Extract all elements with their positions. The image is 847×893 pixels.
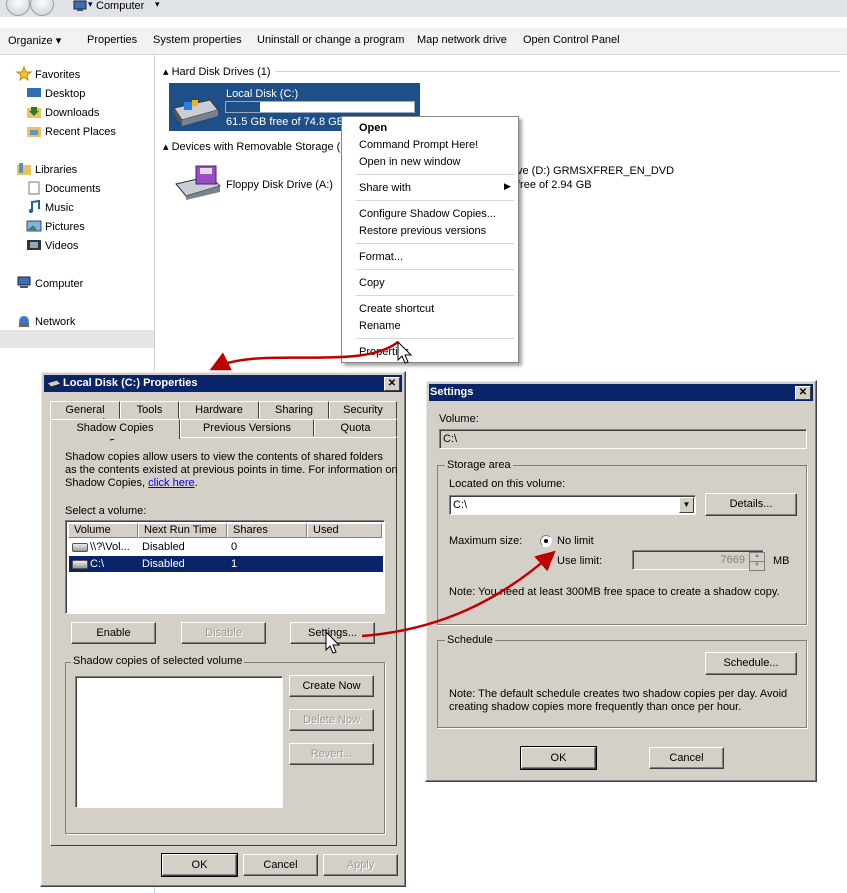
tab-shadow-copies[interactable]: Shadow Copies [50, 419, 180, 439]
mouse-cursor-icon [397, 340, 413, 364]
annotation-arrow-properties [209, 341, 399, 371]
mouse-cursor-icon [325, 630, 341, 654]
annotation-arrow-settings [361, 550, 556, 638]
annotation-overlay [103, 340, 556, 654]
